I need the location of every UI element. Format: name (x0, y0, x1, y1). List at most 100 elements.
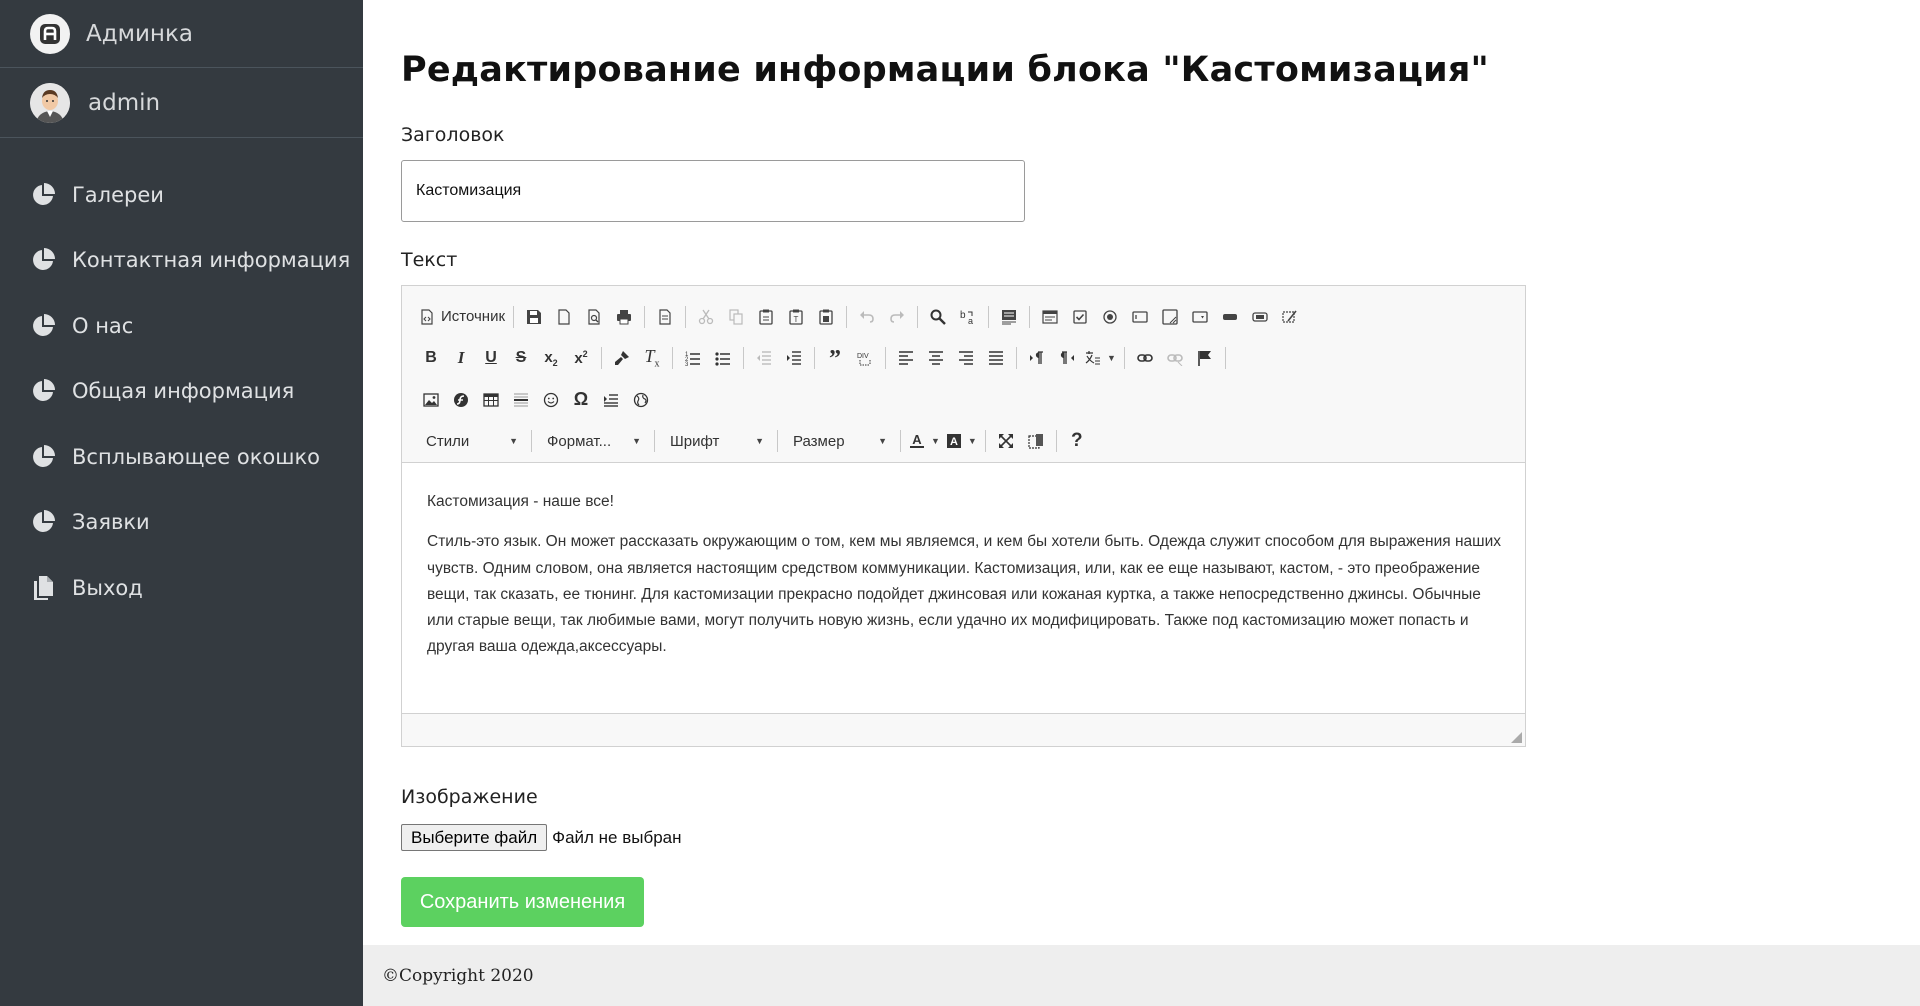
underline-button[interactable]: U (476, 343, 506, 373)
cut-button[interactable] (691, 302, 721, 332)
subscript-button[interactable]: x2 (536, 343, 566, 373)
new-page-button[interactable] (549, 302, 579, 332)
sidebar-item-label: О нас (72, 313, 134, 338)
rtl-button[interactable] (1052, 343, 1082, 373)
sidebar-item-contacts[interactable]: Контактная информация (0, 228, 363, 294)
svg-text:T: T (794, 315, 799, 324)
sidebar-item-popup[interactable]: Всплывающее окошко (0, 424, 363, 490)
textarea-button[interactable] (1155, 302, 1185, 332)
toolbar-row: Источник T ba (416, 296, 1511, 338)
styles-dropdown[interactable]: Стили ▼ (416, 426, 526, 456)
templates-button[interactable] (650, 302, 680, 332)
button-widget-button[interactable] (1215, 302, 1245, 332)
table-button[interactable] (476, 385, 506, 415)
anchor-button[interactable] (1190, 343, 1220, 373)
copy-button[interactable] (721, 302, 751, 332)
strike-button[interactable]: S (506, 343, 536, 373)
search-icon (930, 309, 946, 325)
resize-handle-icon[interactable] (1510, 731, 1522, 743)
file-input: Выберите файл Файл не выбран (401, 824, 682, 851)
toolbar-separator (1055, 430, 1057, 453)
brand-link[interactable]: Админка (0, 0, 363, 68)
paste-button[interactable] (751, 302, 781, 332)
bulleted-list-button[interactable] (708, 343, 738, 373)
printer-icon (616, 309, 632, 325)
page-break-button[interactable] (596, 385, 626, 415)
text-color-button[interactable]: A ▼ (906, 426, 943, 456)
align-left-button[interactable] (891, 343, 921, 373)
source-button[interactable]: Источник (416, 302, 508, 332)
align-justify-button[interactable] (981, 343, 1011, 373)
select-all-icon (1001, 309, 1017, 325)
new-page-icon (556, 309, 572, 325)
create-div-button[interactable]: DIV (850, 343, 880, 373)
smiley-button[interactable] (536, 385, 566, 415)
format-dropdown[interactable]: Формат... ▼ (537, 426, 649, 456)
copy-format-button[interactable] (607, 343, 637, 373)
superscript-button[interactable]: x2 (566, 343, 596, 373)
font-dropdown[interactable]: Шрифт ▼ (660, 426, 772, 456)
user-panel[interactable]: admin (0, 68, 363, 138)
editor-content[interactable]: Кастомизация - наше все! Стиль-это язык.… (402, 463, 1525, 714)
blockquote-button[interactable]: ” (820, 343, 850, 373)
redo-button[interactable] (882, 302, 912, 332)
outdent-icon (756, 350, 772, 366)
paste-text-button[interactable]: T (781, 302, 811, 332)
undo-button[interactable] (852, 302, 882, 332)
image-button-widget-button[interactable] (1245, 302, 1275, 332)
sidebar-item-logout[interactable]: Выход (0, 555, 363, 621)
form-button[interactable] (1035, 302, 1065, 332)
font-label: Шрифт (670, 432, 720, 450)
textfield-button[interactable] (1125, 302, 1155, 332)
superscript-icon: x2 (574, 349, 588, 368)
bold-button[interactable]: B (416, 343, 446, 373)
paste-word-button[interactable] (811, 302, 841, 332)
choose-file-button[interactable]: Выберите файл (401, 824, 548, 851)
hidden-field-button[interactable] (1275, 302, 1305, 332)
language-button[interactable]: ▼ (1082, 343, 1119, 373)
iframe-button[interactable] (626, 385, 656, 415)
pie-chart-icon (30, 247, 56, 273)
outdent-button[interactable] (749, 343, 779, 373)
numbered-list-button[interactable]: 123 (678, 343, 708, 373)
align-right-button[interactable] (951, 343, 981, 373)
link-button[interactable] (1130, 343, 1160, 373)
sidebar-item-requests[interactable]: Заявки (0, 490, 363, 556)
align-center-button[interactable] (921, 343, 951, 373)
unlink-button[interactable] (1160, 343, 1190, 373)
image-icon (423, 392, 439, 408)
radio-icon (1102, 309, 1118, 325)
special-char-button[interactable]: Ω (566, 385, 596, 415)
toolbar-separator (1016, 347, 1017, 370)
ltr-button[interactable] (1022, 343, 1052, 373)
select-button[interactable] (1185, 302, 1215, 332)
image-button[interactable] (416, 385, 446, 415)
sidebar-item-about[interactable]: О нас (0, 293, 363, 359)
find-button[interactable] (923, 302, 953, 332)
flash-button[interactable] (446, 385, 476, 415)
copy-icon (30, 575, 56, 601)
undo-icon (859, 309, 875, 325)
sidebar-item-general-info[interactable]: Общая информация (0, 359, 363, 425)
indent-button[interactable] (779, 343, 809, 373)
replace-button[interactable]: ba (953, 302, 983, 332)
remove-format-button[interactable]: Tx (637, 343, 667, 373)
about-button[interactable]: ? (1062, 426, 1092, 456)
size-dropdown[interactable]: Размер ▼ (783, 426, 895, 456)
checkbox-button[interactable] (1065, 302, 1095, 332)
save-changes-button[interactable]: Сохранить изменения (401, 877, 644, 927)
horizontal-rule-button[interactable] (506, 385, 536, 415)
maximize-button[interactable] (991, 426, 1021, 456)
italic-button[interactable]: I (446, 343, 476, 373)
toolbar-separator (531, 430, 532, 453)
bg-color-button[interactable]: A ▼ (943, 426, 980, 456)
preview-button[interactable] (579, 302, 609, 332)
radio-button[interactable] (1095, 302, 1125, 332)
sidebar-item-galleries[interactable]: Галереи (0, 162, 363, 228)
title-input[interactable] (401, 160, 1025, 222)
show-blocks-button[interactable] (1021, 426, 1051, 456)
pie-chart-icon (30, 313, 56, 339)
select-all-button[interactable] (994, 302, 1024, 332)
print-button[interactable] (609, 302, 639, 332)
save-doc-button[interactable] (519, 302, 549, 332)
